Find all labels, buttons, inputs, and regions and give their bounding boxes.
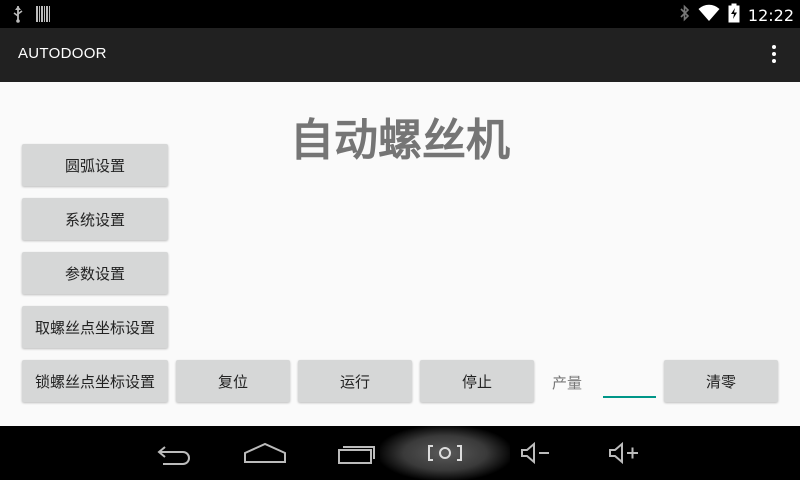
battery-charging-icon <box>728 3 740 27</box>
output-label: 产量 <box>552 374 583 392</box>
arc-settings-button[interactable]: 圆弧设置 <box>22 144 168 186</box>
clear-button[interactable]: 清零 <box>664 360 778 402</box>
action-bar: AUTODOOR <box>0 28 800 82</box>
volume-up-icon[interactable] <box>602 426 648 480</box>
screenshot-icon[interactable] <box>422 426 468 480</box>
pick-screw-coords-button[interactable]: 取螺丝点坐标设置 <box>22 306 168 348</box>
status-clock: 12:22 <box>747 5 794 25</box>
output-field[interactable] <box>603 372 656 398</box>
bluetooth-icon <box>680 4 690 26</box>
run-button[interactable]: 运行 <box>298 360 412 402</box>
parameter-settings-button[interactable]: 参数设置 <box>22 252 168 294</box>
reset-button[interactable]: 复位 <box>176 360 290 402</box>
app-title: AUTODOOR <box>18 45 107 62</box>
system-settings-button[interactable]: 系统设置 <box>22 198 168 240</box>
overflow-menu-icon[interactable] <box>768 42 780 68</box>
main-content: 自动螺丝机 圆弧设置 系统设置 参数设置 取螺丝点坐标设置 锁螺丝点坐标设置 复… <box>0 82 800 426</box>
navigation-bar <box>0 426 800 480</box>
home-icon[interactable] <box>242 426 288 480</box>
back-icon[interactable] <box>152 426 198 480</box>
usb-icon <box>12 5 24 27</box>
barcode-icon <box>36 6 50 26</box>
volume-down-icon[interactable] <box>514 426 560 480</box>
lock-screw-coords-button[interactable]: 锁螺丝点坐标设置 <box>22 360 168 402</box>
wifi-icon <box>698 4 720 26</box>
status-bar: 12:22 <box>0 0 800 28</box>
stop-button[interactable]: 停止 <box>420 360 534 402</box>
recents-icon[interactable] <box>334 426 380 480</box>
